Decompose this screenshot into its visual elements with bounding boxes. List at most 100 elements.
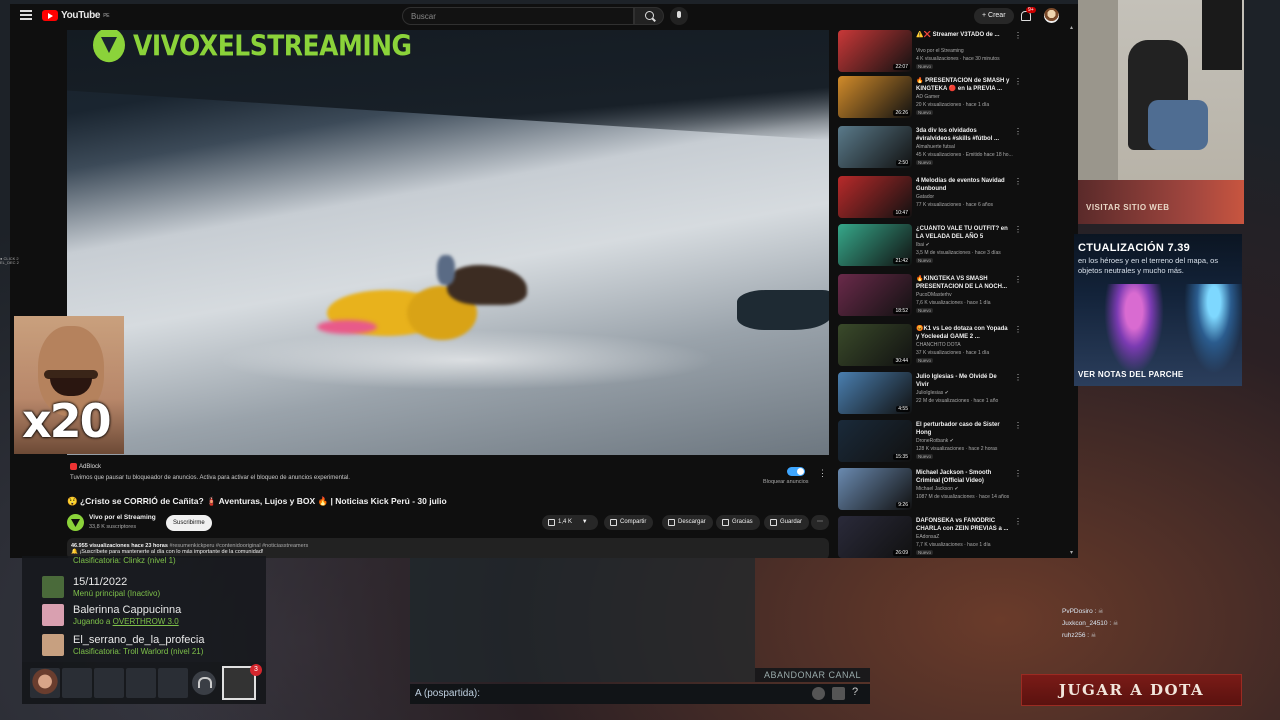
suggested-video-item[interactable]: 2:50 3da div los olvidados #viralvideos #… bbox=[838, 126, 1063, 172]
video-channel[interactable]: Ibai ✔ bbox=[916, 242, 930, 248]
video-thumbnail[interactable]: 18:52 bbox=[838, 274, 912, 316]
video-title[interactable]: DAFONSEKA vs FANODRIC CHARLA con ZEIN PR… bbox=[916, 517, 1010, 533]
friend-row[interactable]: 15/11/2022 Menú principal (Inactivo) bbox=[42, 574, 262, 600]
more-options-icon[interactable]: ⋮ bbox=[1014, 225, 1022, 234]
youtube-logo[interactable]: YouTube PE bbox=[42, 10, 110, 21]
share-button[interactable]: Compartir bbox=[604, 515, 654, 530]
video-title[interactable]: 😡K1 vs Leo dotaza con Yopada y Yocleedal… bbox=[916, 325, 1010, 341]
patch-news-panel[interactable]: CTUALIZACIÓN 7.39 en los héroes y en el … bbox=[1074, 234, 1242, 386]
thanks-button[interactable]: Gracias bbox=[716, 515, 760, 530]
search-button[interactable] bbox=[634, 7, 664, 25]
create-button[interactable]: + Crear bbox=[974, 8, 1014, 24]
account-avatar[interactable] bbox=[1044, 8, 1059, 23]
menu-icon[interactable] bbox=[20, 10, 32, 20]
voice-chat-icon[interactable] bbox=[192, 671, 216, 695]
more-options-icon[interactable]: ⋮ bbox=[1014, 127, 1022, 136]
video-thumbnail[interactable]: 4:55 bbox=[838, 372, 912, 414]
video-thumbnail[interactable]: 22:07 bbox=[838, 30, 912, 72]
party-slot[interactable] bbox=[126, 668, 156, 698]
suggested-video-item[interactable]: 4:55 Julio Iglesias - Me Olvidé De Vivir J… bbox=[838, 372, 1063, 418]
friend-avatar[interactable] bbox=[42, 634, 64, 656]
video-channel[interactable]: Vivo por el Streaming bbox=[916, 48, 964, 54]
adblock-brand: AdBlock bbox=[79, 463, 102, 470]
voice-search-icon[interactable] bbox=[670, 7, 688, 25]
more-options-icon[interactable]: ⋮ bbox=[1014, 77, 1022, 86]
more-options-icon[interactable]: ⋮ bbox=[1014, 373, 1022, 382]
video-thumbnail[interactable]: 30:44 bbox=[838, 324, 912, 366]
play-dota-button[interactable]: JUGAR A DOTA bbox=[1021, 674, 1242, 706]
subscribe-button[interactable]: Suscribirme bbox=[166, 515, 212, 531]
video-thumbnail[interactable]: 21:42 bbox=[838, 224, 912, 266]
more-actions-button[interactable]: ⋯ bbox=[811, 515, 829, 530]
video-channel[interactable]: AD Gamer bbox=[916, 94, 940, 100]
video-thumbnail[interactable]: 26:09 bbox=[838, 516, 912, 558]
video-channel[interactable]: Almahuerte futsal bbox=[916, 144, 955, 150]
video-title[interactable]: 🔥 PRESENTACIÓN de SMASH y KINGTEKA 🔴 en … bbox=[916, 77, 1010, 93]
video-thumbnail[interactable]: 26:26 bbox=[838, 76, 912, 118]
adblock-toggle[interactable] bbox=[787, 467, 805, 476]
party-slot[interactable] bbox=[158, 668, 188, 698]
video-title[interactable]: El perturbador caso de Sister Hong bbox=[916, 421, 1010, 437]
video-thumbnail[interactable]: 15:35 bbox=[838, 420, 912, 462]
video-title[interactable]: 4 Melodías de eventos Navidad Gunbound bbox=[916, 177, 1010, 193]
video-title[interactable]: Michael Jackson - Smooth Criminal (Offic… bbox=[916, 469, 1010, 485]
video-title[interactable]: Julio Iglesias - Me Olvidé De Vivir bbox=[916, 373, 1010, 389]
youtube-logo-region: PE bbox=[103, 12, 110, 19]
download-button[interactable]: Descargar bbox=[662, 515, 713, 530]
video-channel[interactable]: Michael Jackson ✔ bbox=[916, 486, 959, 492]
chat-settings-icon[interactable] bbox=[832, 687, 845, 700]
video-player[interactable]: VIVOXELSTREAMING bbox=[67, 30, 829, 455]
video-channel[interactable]: Gatador bbox=[916, 194, 934, 200]
suggested-video-item[interactable]: 30:44 😡K1 vs Leo dotaza con Yopada y Yocl… bbox=[838, 324, 1063, 370]
adblock-more-icon[interactable]: ⋮ bbox=[818, 468, 827, 479]
suggested-video-item[interactable]: 18:52 🔥KINGTEKA VS SMASH PRESENTACION DE … bbox=[838, 274, 1063, 320]
save-button[interactable]: Guardar bbox=[764, 515, 810, 530]
video-channel[interactable]: PucoDMasterhv bbox=[916, 292, 952, 298]
more-options-icon[interactable]: ⋮ bbox=[1014, 325, 1022, 334]
video-thumbnail[interactable]: 2:50 bbox=[838, 126, 912, 168]
party-slot-self[interactable] bbox=[30, 668, 60, 698]
suggested-video-item[interactable]: 15:35 El perturbador caso de Sister Hong D… bbox=[838, 420, 1063, 466]
video-title[interactable]: ¿CUÁNTO VALE TU OUTFIT? en LA VELADA DEL… bbox=[916, 225, 1010, 241]
video-thumbnail[interactable]: 10:47 bbox=[838, 176, 912, 218]
suggested-video-item[interactable]: 10:47 4 Melodías de eventos Navidad Gunbo… bbox=[838, 176, 1063, 222]
chat-input-bar[interactable]: A (pospartida): ? bbox=[410, 684, 870, 704]
thumbs-down-icon[interactable]: ▼ bbox=[582, 519, 588, 525]
video-channel[interactable]: EAdonsaZ bbox=[916, 534, 939, 540]
suggested-video-item[interactable]: 26:26 🔥 PRESENTACIÓN de SMASH y KINGTEKA … bbox=[838, 76, 1063, 122]
channel-name[interactable]: Vivo por el Streaming bbox=[89, 514, 156, 521]
emoji-icon[interactable] bbox=[812, 687, 825, 700]
party-slot[interactable] bbox=[94, 668, 124, 698]
more-options-icon[interactable]: ⋮ bbox=[1014, 275, 1022, 284]
more-options-icon[interactable]: ⋮ bbox=[1014, 469, 1022, 478]
help-icon[interactable]: ? bbox=[852, 686, 858, 698]
channel-avatar[interactable] bbox=[67, 514, 84, 531]
like-button[interactable]: 1,4 K ▼ bbox=[542, 515, 598, 530]
friend-avatar[interactable] bbox=[42, 604, 64, 626]
suggested-video-item[interactable]: 21:42 ¿CUÁNTO VALE TU OUTFIT? en LA VELAD… bbox=[838, 224, 1063, 270]
more-options-icon[interactable]: ⋮ bbox=[1014, 177, 1022, 186]
friend-avatar[interactable] bbox=[42, 576, 64, 598]
suggested-video-item[interactable]: 9:26 Michael Jackson - Smooth Criminal (O… bbox=[838, 468, 1063, 514]
suggested-video-item[interactable]: 26:09 DAFONSEKA vs FANODRIC CHARLA con ZE… bbox=[838, 516, 1063, 558]
visit-website-banner[interactable]: VISITAR SITIO WEB bbox=[1078, 180, 1244, 224]
friend-row[interactable]: El_serrano_de_la_profecia Clasificatoria:… bbox=[42, 632, 262, 658]
more-options-icon[interactable]: ⋮ bbox=[1014, 31, 1022, 40]
video-channel[interactable]: DroneRotbank ✔ bbox=[916, 438, 954, 444]
search-input[interactable]: Buscar bbox=[402, 7, 634, 25]
video-channel[interactable]: JulioIglesias ✔ bbox=[916, 390, 949, 396]
leave-channel-button[interactable]: ABANDONAR CANAL bbox=[755, 668, 870, 682]
video-title[interactable]: 🔥KINGTEKA VS SMASH PRESENTACION DE LA NO… bbox=[916, 275, 1010, 291]
adblock-toggle-label: Bloquear anuncios bbox=[763, 479, 809, 485]
friend-row[interactable]: Balerinna Cappucinna Jugando a OVERTHROW … bbox=[42, 602, 262, 628]
friend-game-link[interactable]: OVERTHROW 3.0 bbox=[113, 617, 179, 626]
party-slot[interactable] bbox=[62, 668, 92, 698]
more-options-icon[interactable]: ⋮ bbox=[1014, 421, 1022, 430]
video-channel[interactable]: CHANCHITO DOTA bbox=[916, 342, 961, 348]
suggested-video-item[interactable]: 22:07 ⚠️❌ Streamer V3TADO de ... Vivo por … bbox=[838, 30, 1063, 76]
video-title[interactable]: ⚠️❌ Streamer V3TADO de ... bbox=[916, 31, 1010, 39]
patch-notes-link[interactable]: VER NOTAS DEL PARCHE bbox=[1078, 370, 1184, 379]
video-thumbnail[interactable]: 9:26 bbox=[838, 468, 912, 510]
video-title[interactable]: 3da div los olvidados #viralvideos #skil… bbox=[916, 127, 1010, 143]
more-options-icon[interactable]: ⋮ bbox=[1014, 517, 1022, 526]
